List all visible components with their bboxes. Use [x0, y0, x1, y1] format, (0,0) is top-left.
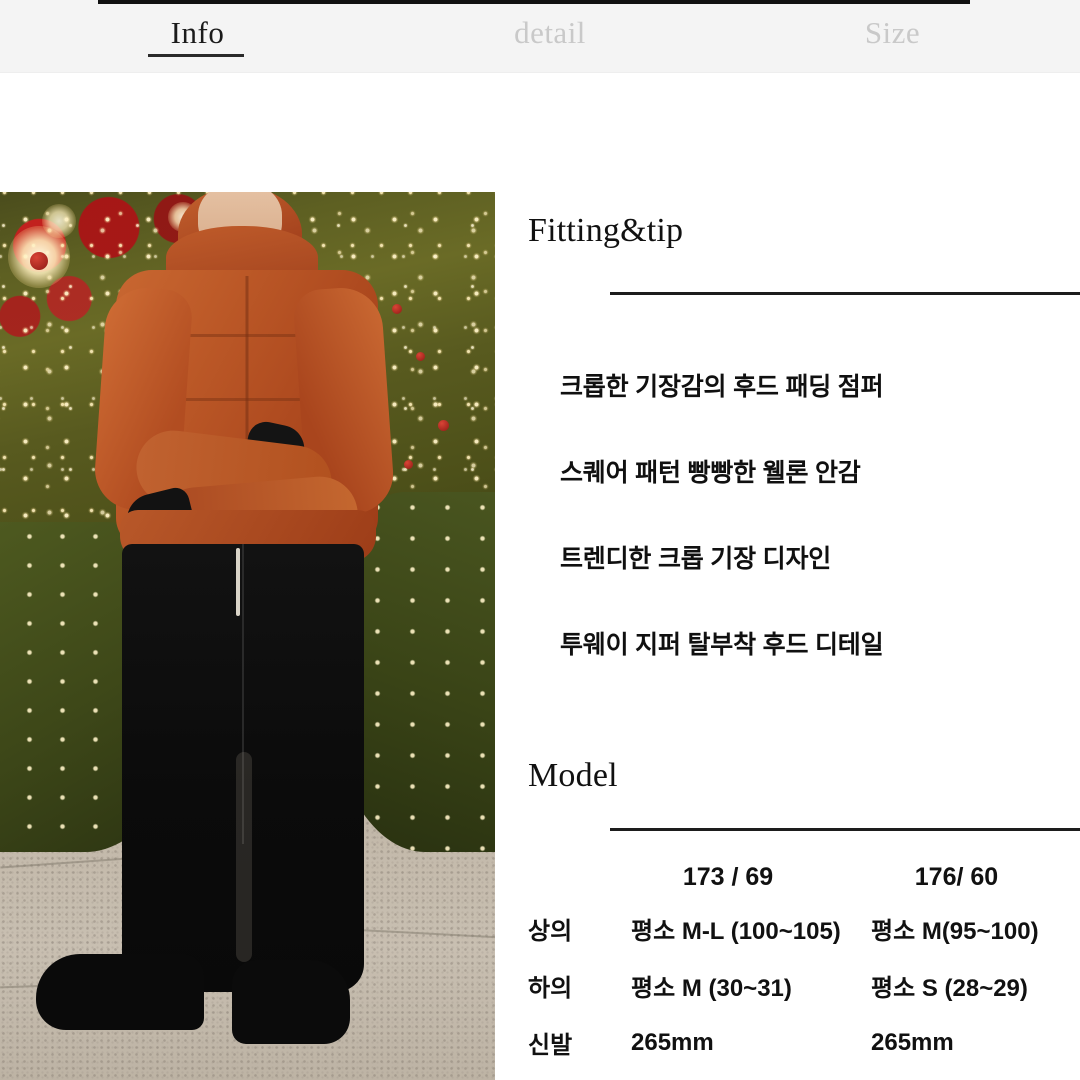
spec-cell-model-b: 평소 S (28~29): [871, 975, 1028, 1002]
spec-row-label: 상의: [528, 918, 573, 945]
active-tab-indicator: [148, 54, 244, 57]
model-spec-table: 173 / 69 176/ 60 상의 평소 M-L (100~105) 평소 …: [495, 854, 1080, 1071]
spec-cell-model-a: 265mm: [631, 1028, 714, 1056]
info-text-column: Fitting&tip 크롭한 기장감의 후드 패딩 점퍼 스퀘어 패턴 빵빵한…: [495, 72, 1080, 1080]
fitting-tip-list: 크롭한 기장감의 후드 패딩 점퍼 스퀘어 패턴 빵빵한 웰론 안감 트렌디한 …: [560, 367, 1080, 661]
shoe-left: [36, 954, 204, 1030]
tab-info-label: Info: [170, 15, 225, 50]
fitting-tip-item: 크롭한 기장감의 후드 패딩 점퍼: [560, 373, 884, 401]
model-divider: [610, 828, 1080, 831]
tab-detail[interactable]: detail: [395, 0, 705, 72]
fitting-tip-item: 트렌디한 크롭 기장 디자인: [560, 545, 832, 573]
table-row: 상의 평소 M-L (100~105) 평소 M(95~100): [495, 900, 1080, 957]
table-header-row: 173 / 69 176/ 60: [495, 854, 1080, 900]
table-row: 신발 265mm 265mm: [495, 1014, 1080, 1071]
spec-header-model-b: 176/ 60: [914, 862, 999, 891]
tab-list: Info detail Size: [0, 0, 1080, 72]
spec-cell-model-b: 265mm: [871, 1028, 954, 1056]
spec-cell-model-a: 평소 M (30~31): [631, 975, 792, 1002]
fitting-tip-divider: [610, 292, 1080, 295]
tab-info[interactable]: Info: [0, 0, 395, 72]
tab-size-label: Size: [864, 15, 921, 50]
model-figure: [0, 192, 495, 1080]
product-info-content: Fitting&tip 크롭한 기장감의 후드 패딩 점퍼 스퀘어 패턴 빵빵한…: [0, 72, 1080, 1080]
shoe-right: [232, 960, 350, 1044]
spec-cell-model-b: 평소 M(95~100): [871, 918, 1039, 945]
leg-gap-shadow: [236, 752, 252, 962]
model-heading: Model: [528, 757, 618, 794]
product-tab-bar: Info detail Size: [0, 0, 1080, 73]
fitting-tip-item: 투웨이 지퍼 탈부착 후드 디테일: [560, 631, 884, 659]
fitting-tip-item: 스퀘어 패턴 빵빵한 웰론 안감: [560, 459, 861, 487]
fitting-tip-heading: Fitting&tip: [528, 212, 684, 249]
product-photo[interactable]: [0, 192, 495, 1080]
spec-row-label: 신발: [528, 1032, 573, 1059]
tab-size[interactable]: Size: [705, 0, 1080, 72]
tab-detail-label: detail: [514, 15, 586, 50]
spec-header-model-a: 173 / 69: [682, 862, 774, 891]
spec-cell-model-a: 평소 M-L (100~105): [631, 918, 841, 945]
pants-drawstring: [236, 548, 240, 616]
spec-row-label: 하의: [528, 975, 573, 1002]
table-row: 하의 평소 M (30~31) 평소 S (28~29): [495, 957, 1080, 1014]
